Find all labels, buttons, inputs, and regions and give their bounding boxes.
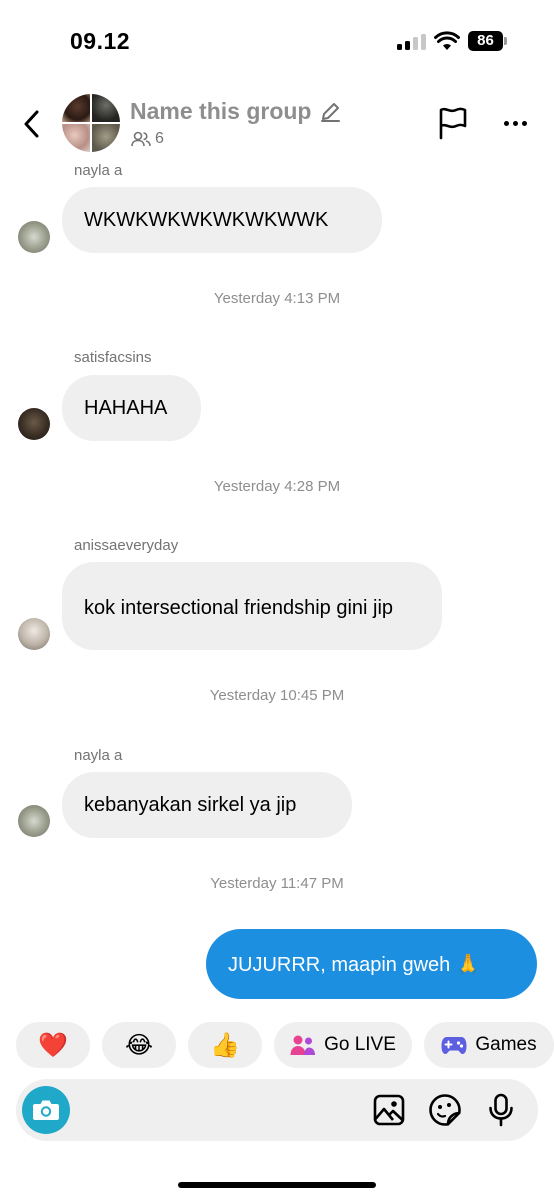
message-bubble[interactable]: HAHAHA xyxy=(62,375,201,441)
go-live-label: Go LIVE xyxy=(324,1034,396,1055)
more-options-button[interactable] xyxy=(498,106,532,140)
message-sender: nayla a xyxy=(74,747,123,764)
battery-level: 86 xyxy=(468,31,503,51)
sticker-icon[interactable] xyxy=(428,1093,462,1127)
laughing-face-icon: 😂 xyxy=(124,1031,154,1059)
message-sender: nayla a xyxy=(74,162,123,179)
games-button[interactable]: Games xyxy=(424,1022,554,1068)
gamepad-icon xyxy=(441,1037,467,1054)
message-sender: anissaeveryday xyxy=(74,537,179,554)
status-time: 09.12 xyxy=(70,28,131,54)
dot xyxy=(503,120,509,126)
message-timestamp: Yesterday 4:28 PM xyxy=(213,478,341,495)
wifi-icon xyxy=(434,31,460,50)
avatar[interactable] xyxy=(18,618,50,650)
message-bubble[interactable]: WKWKWKWKWKWKWWK xyxy=(62,187,382,253)
home-indicator xyxy=(178,1182,376,1188)
group-name-label: Name this group xyxy=(130,98,312,124)
battery-icon: 86 xyxy=(468,31,508,51)
message-timestamp: Yesterday 4:13 PM xyxy=(213,290,341,307)
dot xyxy=(521,120,527,126)
heart-icon: ❤️ xyxy=(38,1031,68,1059)
back-button[interactable] xyxy=(16,104,48,144)
avatar[interactable] xyxy=(18,408,50,440)
pencil-icon xyxy=(321,102,341,122)
message-bubble[interactable]: kebanyakan sirkel ya jip xyxy=(62,772,352,838)
avatar[interactable] xyxy=(18,221,50,253)
chevron-left-icon xyxy=(24,110,39,138)
thumbs-up-icon: 👍 xyxy=(210,1031,240,1059)
message-sender: satisfacsins xyxy=(74,349,152,366)
quick-replies: ❤️ 😂 👍 Go LIVE Games xyxy=(16,1022,554,1068)
dot xyxy=(512,120,518,126)
people-icon xyxy=(131,131,151,147)
member-count[interactable]: 6 xyxy=(131,130,164,148)
chat-header: Name this group 6 xyxy=(0,88,554,158)
thumbs-up-reaction-chip[interactable]: 👍 xyxy=(188,1022,262,1068)
message-composer[interactable] xyxy=(16,1079,538,1141)
group-avatar[interactable] xyxy=(62,94,120,152)
camera-icon xyxy=(33,1100,59,1120)
group-name[interactable]: Name this group xyxy=(130,98,341,125)
avatar[interactable] xyxy=(18,805,50,837)
microphone-icon[interactable] xyxy=(484,1093,518,1127)
message-timestamp: Yesterday 11:47 PM xyxy=(210,875,344,892)
laugh-reaction-chip[interactable]: 😂 xyxy=(102,1022,176,1068)
gallery-icon[interactable] xyxy=(372,1093,406,1127)
message-timestamp: Yesterday 10:45 PM xyxy=(209,687,345,704)
heart-reaction-chip[interactable]: ❤️ xyxy=(16,1022,90,1068)
people-live-icon xyxy=(290,1035,316,1055)
message-bubble[interactable]: kok intersectional friendship gini jip xyxy=(62,562,442,650)
status-bar: 09.12 86 xyxy=(0,0,554,80)
camera-button[interactable] xyxy=(22,1086,70,1134)
go-live-button[interactable]: Go LIVE xyxy=(274,1022,412,1068)
flag-icon[interactable] xyxy=(436,106,470,140)
own-message-bubble[interactable]: JUJURRR, maapin gweh 🙏 xyxy=(206,929,537,999)
cellular-signal-icon xyxy=(397,34,427,50)
games-label: Games xyxy=(475,1034,537,1055)
member-count-value: 6 xyxy=(155,130,164,147)
